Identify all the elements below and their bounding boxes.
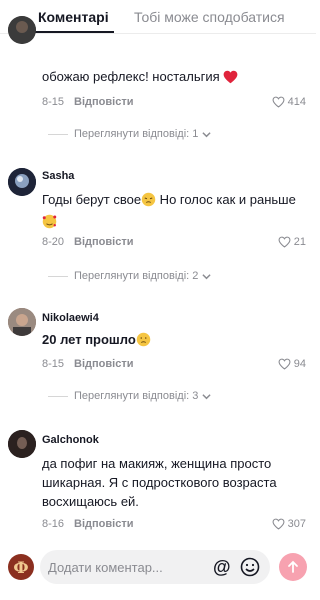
comment-text: обожаю рефлекс! ностальгия — [42, 67, 302, 89]
heart-outline-icon — [272, 96, 285, 108]
arrow-up-icon — [288, 560, 298, 573]
comment-meta: 8-15 Відповісти — [42, 358, 133, 370]
comment-text: да пофиг на макияж, женщина просто шикар… — [42, 456, 277, 509]
comment-meta: 8-16 Відповісти — [42, 518, 133, 530]
comment-composer: Ф @ — [0, 544, 316, 600]
like-button[interactable]: 307 — [272, 518, 306, 530]
user-avatar[interactable]: Ф — [8, 554, 34, 580]
comment-meta: 8-15 Відповісти — [42, 96, 133, 108]
view-replies-button[interactable]: Переглянути відповіді: 1 — [48, 128, 211, 140]
comment-text: 20 лет прошло — [42, 330, 302, 352]
reply-button[interactable]: Відповісти — [74, 358, 133, 370]
heart-outline-icon — [272, 518, 285, 530]
comment-input[interactable] — [48, 550, 213, 584]
smiling-hearts-face-icon — [42, 214, 57, 234]
like-button[interactable]: 94 — [278, 358, 306, 370]
comments-tabs: Коментарі Тобі може сподобатися — [0, 0, 316, 34]
heart-outline-icon — [278, 358, 291, 370]
emoji-picker-icon[interactable] — [240, 557, 260, 577]
avatar[interactable] — [8, 430, 36, 458]
comment-input-wrapper: @ — [40, 550, 270, 584]
disappointed-face-icon — [136, 332, 151, 352]
comment-date: 8-16 — [42, 518, 65, 530]
mention-button[interactable]: @ — [213, 557, 231, 578]
pensive-face-icon — [141, 192, 156, 212]
view-replies-button[interactable]: Переглянути відповіді: 2 — [48, 270, 211, 282]
comment-username[interactable]: Galchonok — [42, 434, 99, 446]
like-count: 21 — [293, 236, 306, 248]
heart-outline-icon — [278, 236, 291, 248]
tab-you-may-like[interactable]: Тобі може сподобатися — [134, 9, 285, 25]
comment-text: Годы берут свое Но голос как и раньше — [42, 190, 302, 234]
view-replies-button[interactable]: Переглянути відповіді: 3 — [48, 390, 211, 402]
chevron-down-icon — [202, 393, 211, 399]
comment-date: 8-15 — [42, 358, 65, 370]
send-button[interactable] — [279, 553, 307, 581]
comment-date: 8-20 — [42, 236, 65, 248]
avatar[interactable] — [8, 16, 36, 44]
avatar[interactable] — [8, 308, 36, 336]
comment-meta: 8-20 Відповісти — [42, 236, 133, 248]
comment-username[interactable]: Sasha — [42, 170, 74, 182]
like-button[interactable]: 21 — [278, 236, 306, 248]
avatar[interactable] — [8, 168, 36, 196]
comment-username[interactable]: Nikolaewi4 — [42, 312, 99, 324]
tab-comments[interactable]: Коментарі — [38, 9, 109, 25]
like-count: 414 — [287, 96, 306, 108]
like-count: 307 — [287, 518, 306, 530]
chevron-down-icon — [202, 273, 211, 279]
like-button[interactable]: 414 — [272, 96, 306, 108]
red-heart-icon — [223, 70, 238, 89]
reply-button[interactable]: Відповісти — [74, 96, 133, 108]
reply-button[interactable]: Відповісти — [74, 236, 133, 248]
comment-date: 8-15 — [42, 96, 65, 108]
chevron-down-icon — [202, 131, 211, 137]
like-count: 94 — [293, 358, 306, 370]
reply-button[interactable]: Відповісти — [74, 518, 133, 530]
